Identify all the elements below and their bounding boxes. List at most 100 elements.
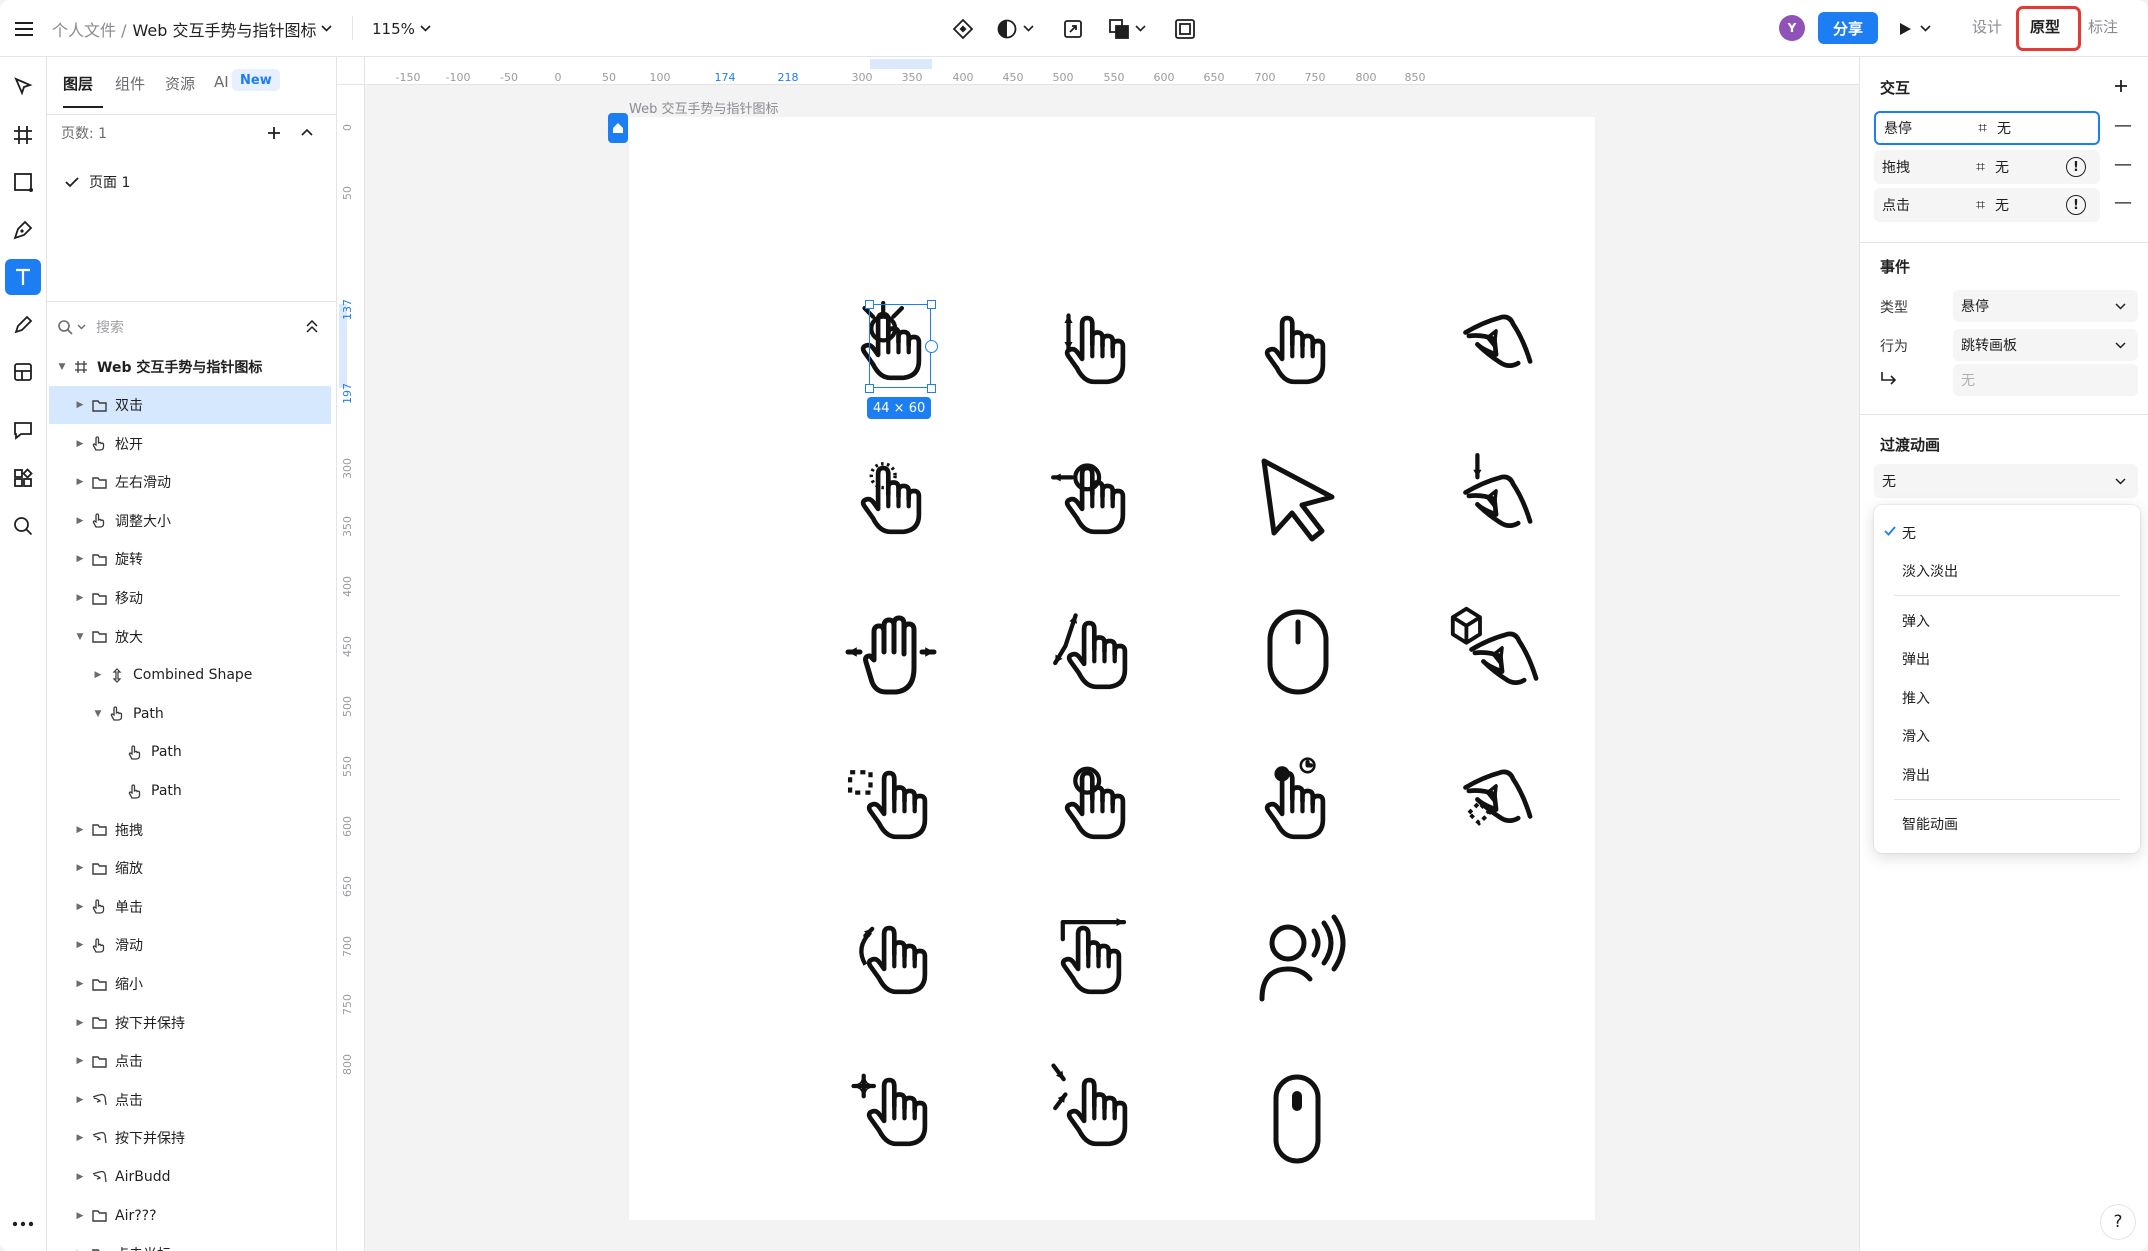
remove-interaction-icon[interactable]: — [2114, 154, 2132, 175]
pinch-down-gesture-icon[interactable] [1466, 452, 1531, 526]
selection-handle[interactable] [927, 384, 936, 393]
tab-assets[interactable]: 资源 [165, 73, 195, 94]
selection-handle[interactable] [865, 384, 874, 393]
breadcrumb[interactable]: 个人文件 / Web 交互手势与指针图标 [52, 0, 333, 57]
canvas[interactable]: Web 交互手势与指针图标 44 × 60 -150 -100 -50 0 50… [337, 57, 1859, 1251]
pencil-tool-icon[interactable] [5, 307, 41, 343]
more-icon[interactable] [5, 1206, 41, 1242]
collapse-all-icon[interactable] [306, 320, 318, 334]
layer-item[interactable]: ▶ 缩小 [47, 965, 337, 1003]
remove-interaction-icon[interactable]: — [2114, 115, 2132, 136]
type-select[interactable]: 悬停 [1953, 290, 2138, 322]
swipe-right-gesture-icon[interactable] [1060, 918, 1127, 992]
warning-icon[interactable]: ! [2066, 195, 2086, 215]
help-button[interactable]: ? [2101, 1205, 2135, 1239]
select-area-gesture-icon[interactable] [847, 770, 925, 837]
selection-handle[interactable] [865, 300, 874, 309]
caret-right-icon[interactable]: ▶ [75, 863, 85, 873]
rotate-gesture-icon[interactable] [859, 928, 925, 992]
layer-search[interactable]: 搜索 [57, 310, 124, 344]
voice-user-icon[interactable] [1259, 914, 1346, 1002]
selection-box[interactable] [869, 304, 931, 388]
mouse-scroll-icon[interactable] [1273, 1074, 1321, 1164]
caret-right-icon[interactable]: ▶ [75, 593, 85, 603]
layer-item[interactable]: ▶ AirBudd [47, 1158, 337, 1196]
rectangle-tool-icon[interactable] [5, 164, 41, 200]
layer-item[interactable]: ▼ 放大 [47, 618, 337, 656]
resize-diagonal-gesture-icon[interactable] [1053, 613, 1125, 686]
slice-tool-icon[interactable] [5, 354, 41, 390]
destination-field[interactable]: 无 [1953, 364, 2138, 396]
layer-item[interactable]: ▶ 拖拽 [47, 811, 337, 849]
tab-components[interactable]: 组件 [115, 73, 145, 94]
caret-right-icon[interactable]: ▶ [75, 1018, 85, 1028]
timed-press-gesture-icon[interactable] [1267, 757, 1323, 837]
mouse-icon[interactable] [1267, 609, 1329, 695]
pinch-gesture-icon[interactable] [1466, 317, 1531, 366]
layer-item[interactable]: ▶ 移动 [47, 579, 337, 617]
page-item[interactable]: 页面 1 [65, 163, 315, 201]
menu-icon[interactable] [14, 0, 34, 57]
caret-open-icon[interactable]: ▼ [57, 362, 67, 372]
pen-tool-icon[interactable] [5, 212, 41, 248]
caret-right-icon[interactable]: ▶ [75, 1095, 85, 1105]
caret-right-icon[interactable]: ▶ [75, 516, 85, 526]
frame-tool-icon[interactable] [5, 117, 41, 153]
frame-icon[interactable] [1174, 0, 1196, 57]
zoom-in-gesture-icon[interactable] [1051, 1063, 1125, 1144]
layer-item[interactable]: ▶ 调整大小 [47, 502, 337, 540]
tab-design[interactable]: 设计 [1972, 16, 2002, 37]
caret-right-icon[interactable]: ▶ [75, 477, 85, 487]
option-smart-animate[interactable]: 智能动画 [1902, 814, 1958, 834]
layer-root[interactable]: ▼ Web 交互手势与指针图标 [47, 348, 337, 386]
caret-right-icon[interactable]: ▶ [75, 1133, 85, 1143]
text-tool-icon[interactable] [5, 259, 41, 295]
press-gesture-icon[interactable] [863, 462, 919, 532]
move-gesture-icon[interactable] [851, 1073, 925, 1144]
option-fade[interactable]: 淡入淡出 [1902, 561, 1958, 581]
connection-handle[interactable] [925, 340, 938, 353]
tab-annotate[interactable]: 标注 [2088, 16, 2118, 37]
caret-right-icon[interactable]: ▶ [93, 670, 103, 680]
layer-item[interactable]: ▶ 缩放 [47, 849, 337, 887]
open-hand-gesture-icon[interactable] [845, 615, 937, 695]
caret-right-icon[interactable]: ▶ [75, 1056, 85, 1066]
caret-down-icon[interactable]: ▼ [93, 709, 103, 719]
move-tool-icon[interactable] [5, 69, 41, 105]
caret-right-icon[interactable]: ▶ [75, 400, 85, 410]
option-pop-in[interactable]: 弹入 [1902, 611, 1930, 631]
interaction-drag[interactable]: 拖拽 ⌗ 无 ! [1874, 150, 2100, 184]
layer-item[interactable]: Path [47, 772, 337, 810]
layer-item[interactable]: ▶ 滑动 [47, 926, 337, 964]
drag-vertical-gesture-icon[interactable] [1064, 313, 1122, 382]
caret-right-icon[interactable]: ▶ [75, 1172, 85, 1182]
transition-select[interactable]: 无 [1874, 464, 2138, 498]
document-title[interactable]: Web 交互手势与指针图标 [132, 17, 316, 41]
selection-handle[interactable] [927, 300, 936, 309]
fill-mode-icon[interactable] [996, 0, 1034, 57]
tab-ai[interactable]: AI [214, 73, 229, 91]
option-slide-out[interactable]: 滑出 [1902, 765, 1930, 785]
play-button[interactable] [1898, 0, 1931, 57]
layer-item[interactable]: Path [47, 733, 337, 771]
cursor-arrow-icon[interactable] [1261, 458, 1335, 542]
interaction-hover[interactable]: 悬停 ⌗ 无 [1874, 111, 2100, 145]
caret-right-icon[interactable]: ▶ [75, 825, 85, 835]
tap-gesture-icon[interactable] [1067, 766, 1123, 837]
layer-item[interactable]: ▼ Path [47, 695, 337, 733]
caret-right-icon[interactable]: ▶ [75, 940, 85, 950]
tab-layers[interactable]: 图层 [63, 73, 93, 94]
plugins-icon[interactable] [5, 460, 41, 496]
layer-item[interactable]: ▶ Air??? [47, 1197, 337, 1235]
zoom-select[interactable]: 115% [372, 0, 431, 57]
caret-right-icon[interactable]: ▶ [75, 902, 85, 912]
caret-right-icon[interactable]: ▶ [75, 439, 85, 449]
layer-item[interactable]: ▶ 单击 [47, 888, 337, 926]
resize-icon[interactable] [1062, 0, 1084, 57]
layer-item[interactable]: ▶点击光标 [47, 1235, 337, 1251]
add-interaction-icon[interactable] [2113, 78, 2129, 94]
share-button[interactable]: 分享 [1818, 12, 1878, 44]
avatar[interactable]: Y [1779, 15, 1805, 41]
caret-right-icon[interactable]: ▶ [75, 554, 85, 564]
option-slide-in[interactable]: 滑入 [1902, 726, 1930, 746]
